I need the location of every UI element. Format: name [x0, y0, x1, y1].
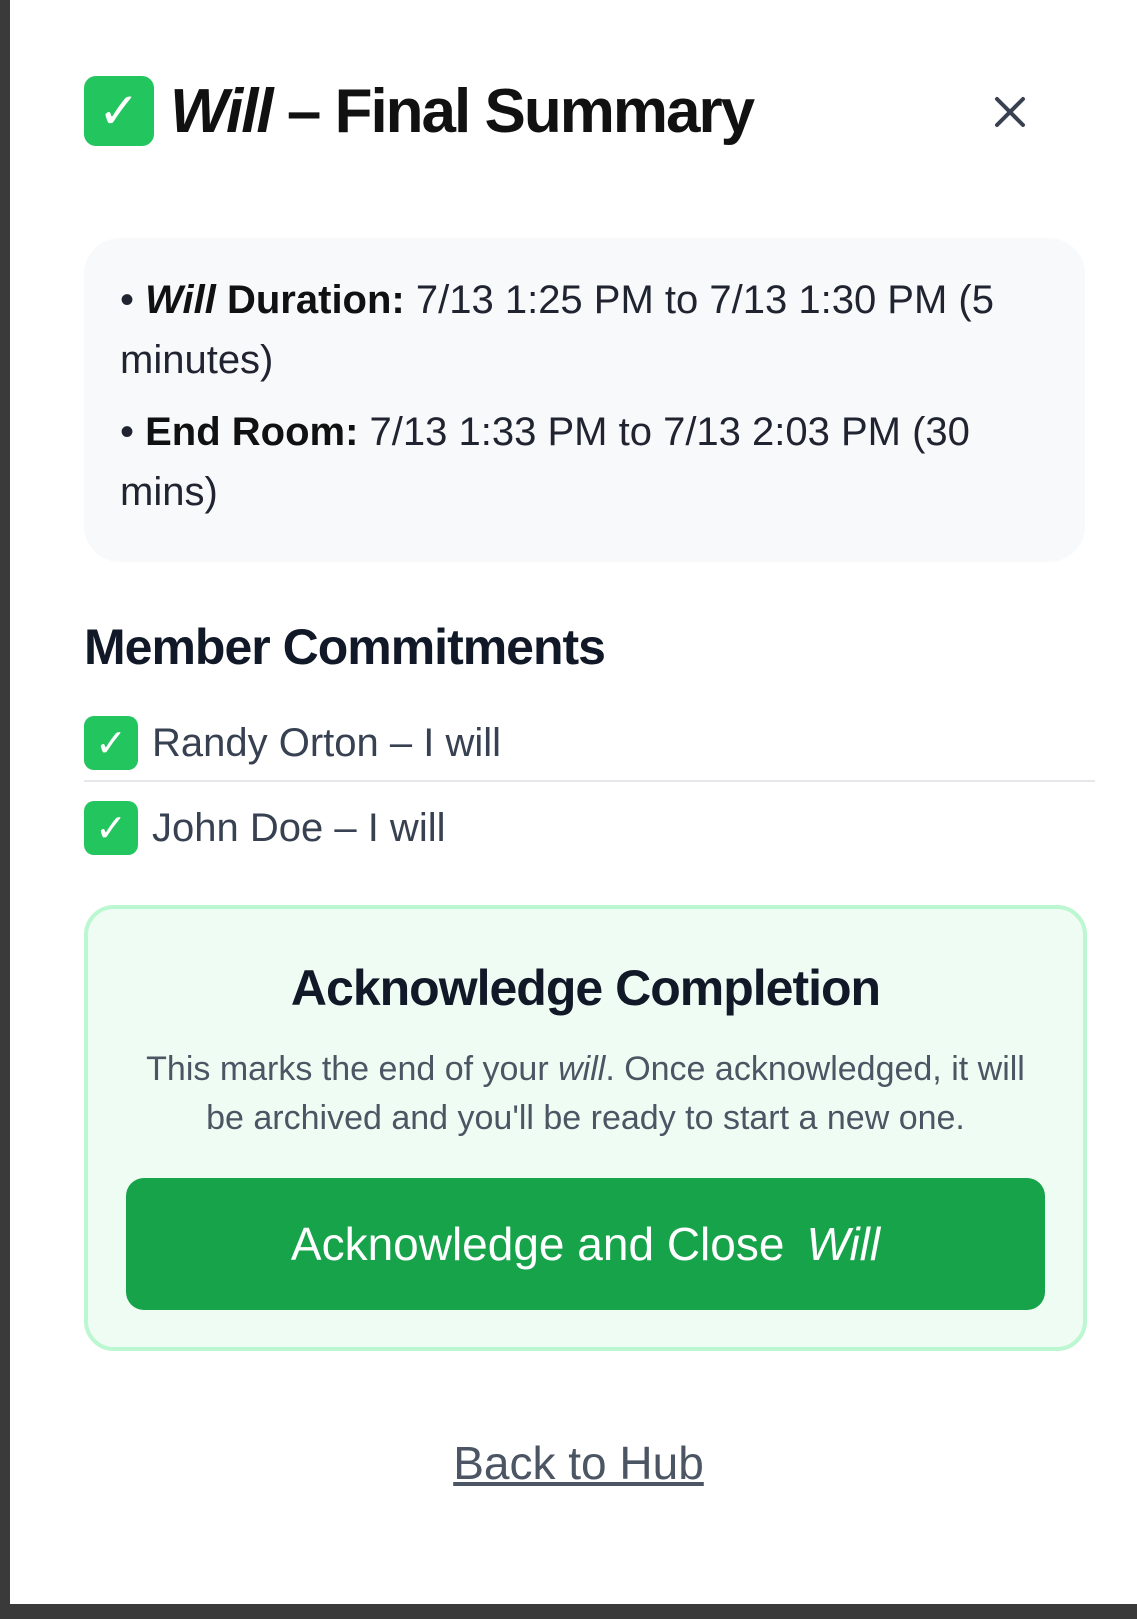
- close-button[interactable]: [986, 88, 1034, 136]
- modal-header: ✓ Will – Final Summary: [84, 72, 1064, 146]
- description-part: This marks the end of your: [146, 1050, 559, 1088]
- description-will: will: [558, 1050, 606, 1088]
- title-text: – Final Summary: [271, 77, 755, 146]
- back-to-hub-link[interactable]: Back to Hub: [10, 1436, 1137, 1490]
- acknowledge-completion-panel: Acknowledge Completion This marks the en…: [84, 905, 1087, 1351]
- acknowledge-and-close-button[interactable]: Acknowledge and Close Will: [126, 1178, 1045, 1310]
- final-summary-modal: ✓ Will – Final Summary • Will Duration: …: [10, 0, 1137, 1604]
- title-will: Will: [170, 77, 274, 146]
- end-room-label: End Room:: [145, 410, 359, 454]
- close-icon: [995, 97, 1025, 127]
- check-mark-icon: ✓: [84, 801, 138, 855]
- member-commitments-list: ✓ Randy Orton – I will ✓ John Doe – I wi…: [84, 706, 1095, 870]
- bullet: •: [120, 278, 146, 322]
- acknowledge-title: Acknowledge Completion: [290, 960, 881, 1016]
- list-item: ✓ John Doe – I will: [84, 780, 1095, 870]
- check-mark-icon: ✓: [84, 716, 138, 770]
- will-duration-line: • Will Duration: 7/13 1:25 PM to 7/13 1:…: [120, 270, 1049, 390]
- member-commitments-title: Member Commitments: [84, 619, 606, 675]
- acknowledge-description: This marks the end of your will. Once ac…: [136, 1045, 1036, 1143]
- duration-label-will: Will: [145, 278, 216, 322]
- member-commitment-text: Randy Orton – I will: [152, 720, 502, 765]
- modal-title: Will – Final Summary: [170, 72, 755, 152]
- check-mark-icon: ✓: [84, 76, 154, 146]
- end-room-line: • End Room: 7/13 1:33 PM to 7/13 2:03 PM…: [120, 402, 1049, 522]
- will-details-card: • Will Duration: 7/13 1:25 PM to 7/13 1:…: [84, 238, 1085, 562]
- button-label-will: Will: [806, 1218, 881, 1270]
- list-item: ✓ Randy Orton – I will: [84, 706, 1095, 780]
- member-commitment-text: John Doe – I will: [152, 805, 446, 850]
- duration-label: Duration:: [215, 278, 405, 322]
- button-label: Acknowledge and Close: [290, 1218, 785, 1270]
- bullet: •: [120, 410, 146, 454]
